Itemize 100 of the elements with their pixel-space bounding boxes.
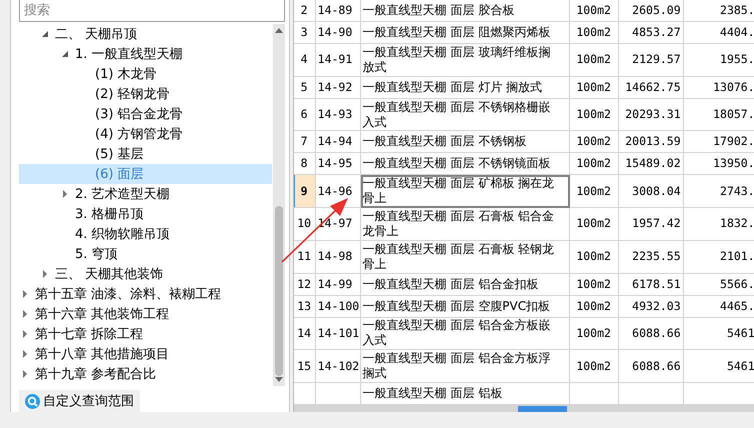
table-cell: 14-93 bbox=[316, 98, 361, 132]
table-cell: 100m2 bbox=[570, 318, 619, 350]
row-number: 9 bbox=[294, 175, 316, 208]
table-cell: 100m2 bbox=[570, 0, 619, 22]
row-number: 12 bbox=[294, 274, 316, 296]
table-cell: 2605.09 bbox=[618, 0, 684, 22]
row-number: 2 bbox=[294, 0, 316, 22]
expand-triangle-icon[interactable] bbox=[41, 270, 49, 278]
table-cell: 14-94 bbox=[316, 131, 361, 154]
expand-triangle-icon[interactable] bbox=[21, 290, 29, 298]
expand-triangle-icon[interactable] bbox=[21, 310, 29, 318]
tree-item[interactable]: 第十七章 拆除工程 bbox=[35, 325, 144, 343]
table-cell: 100m2 bbox=[570, 350, 619, 383]
table-cell: 1957.42 bbox=[618, 208, 684, 241]
tree-item[interactable]: (3) 铝合金龙骨 bbox=[95, 105, 183, 123]
horizontal-scrollbar[interactable] bbox=[294, 405, 754, 412]
table-cell: 13950. bbox=[684, 153, 754, 176]
table-cell: 1955. bbox=[684, 44, 754, 77]
tree-item[interactable]: 2. 艺术造型天棚 bbox=[75, 185, 170, 203]
expand-triangle-icon[interactable] bbox=[21, 370, 29, 378]
tree-item[interactable]: 三、 天棚其他装饰 bbox=[55, 265, 164, 283]
scrollbar-thumb[interactable] bbox=[518, 406, 567, 412]
table-cell: 一般直线型天棚 面层 灯片 搁放式 bbox=[360, 76, 570, 99]
tree-item[interactable]: 1. 一般直线型天棚 bbox=[75, 45, 183, 63]
table-cell: 一般直线型天棚 面层 阻燃聚丙烯板 bbox=[360, 22, 570, 44]
row-number: 13 bbox=[294, 296, 316, 318]
tree-item[interactable]: (5) 基层 bbox=[95, 145, 144, 163]
table-cell: 14-101 bbox=[316, 318, 361, 350]
tree-item[interactable]: 第十八章 其他措施项目 bbox=[35, 345, 170, 363]
table-cell: 14-98 bbox=[316, 240, 361, 274]
scrollbar-thumb[interactable] bbox=[274, 206, 283, 376]
row-number: 6 bbox=[294, 98, 316, 132]
row-number: 8 bbox=[294, 153, 316, 176]
tree-item[interactable]: 第十五章 油漆、涂料、裱糊工程 bbox=[35, 285, 222, 303]
table-cell: 3008.04 bbox=[618, 175, 684, 208]
table-cell: 4932.03 bbox=[618, 296, 684, 318]
row-number: 10 bbox=[294, 208, 316, 241]
tree-item[interactable]: (1) 木龙骨 bbox=[95, 65, 157, 83]
table-cell: 13076. bbox=[684, 76, 754, 99]
table-cell: 1832. bbox=[684, 208, 754, 241]
row-number: 5 bbox=[294, 76, 316, 99]
tree-item[interactable]: 二、 天棚吊顶 bbox=[55, 25, 138, 43]
table-cell: 一般直线型天棚 面层 不锈钢镜面板 bbox=[360, 153, 570, 176]
table-cell: 14-100 bbox=[316, 296, 361, 318]
tree-item[interactable]: 第十六章 其他装饰工程 bbox=[35, 305, 170, 323]
table-cell: 100m2 bbox=[570, 208, 619, 241]
row-number: 4 bbox=[294, 44, 316, 77]
table-cell: 一般直线型天棚 面层 铝合金方板浮搁式 bbox=[360, 350, 570, 383]
table-cell: 100m2 bbox=[570, 76, 619, 99]
expand-triangle-icon[interactable] bbox=[21, 330, 29, 338]
table-cell: 100m2 bbox=[570, 274, 619, 296]
row-number: 3 bbox=[294, 22, 316, 44]
table-cell: 4465. bbox=[684, 296, 754, 318]
table-cell: 14662.75 bbox=[618, 76, 684, 99]
table-cell: 5566. bbox=[684, 274, 754, 296]
table-cell: 6088.66 bbox=[618, 350, 684, 383]
table-cell: 4853.27 bbox=[618, 22, 684, 44]
tree-item[interactable]: 5. 穹顶 bbox=[75, 245, 118, 263]
table-cell: 2129.57 bbox=[618, 44, 684, 77]
tree-item[interactable]: 第十九章 参考配合比 bbox=[35, 365, 156, 383]
expand-triangle-icon[interactable] bbox=[21, 350, 29, 358]
table-cell: 14-99 bbox=[316, 274, 361, 296]
table-cell: 5461 bbox=[684, 318, 754, 350]
collapse-triangle-icon[interactable] bbox=[41, 30, 49, 38]
table-cell: 100m2 bbox=[570, 22, 619, 44]
table-cell: 2385. bbox=[684, 0, 754, 22]
tree-item[interactable]: 3. 格栅吊顶 bbox=[75, 205, 144, 223]
table-cell: 14-92 bbox=[316, 76, 361, 99]
table-cell: 2743. bbox=[684, 175, 754, 208]
table-cell: 一般直线型天棚 面层 石膏板 铝合金龙骨上 bbox=[360, 208, 570, 241]
table-cell: 14-95 bbox=[316, 153, 361, 176]
row-number: 11 bbox=[294, 240, 316, 274]
table-cell: 100m2 bbox=[570, 175, 619, 208]
table-cell: 一般直线型天棚 面层 胶合板 bbox=[360, 0, 570, 22]
table-cell: 2101. bbox=[684, 240, 754, 274]
collapse-triangle-icon[interactable] bbox=[61, 50, 69, 58]
table-cell: 100m2 bbox=[570, 98, 619, 132]
table-cell: 4404. bbox=[684, 22, 754, 44]
table-cell: 18057. bbox=[684, 98, 754, 132]
table-cell: 5461 bbox=[684, 350, 754, 383]
table-cell: 15489.02 bbox=[618, 153, 684, 176]
expand-triangle-icon[interactable] bbox=[61, 190, 69, 198]
table-cell: 14-89 bbox=[316, 0, 361, 22]
table-cell: 14-91 bbox=[316, 44, 361, 77]
table-cell: 6178.51 bbox=[618, 274, 684, 296]
row-number: 7 bbox=[294, 131, 316, 154]
custom-query-button[interactable]: 自定义查询范围 bbox=[19, 390, 140, 412]
search-field[interactable]: 搜索 bbox=[19, 0, 285, 22]
table-cell: 100m2 bbox=[570, 296, 619, 318]
row-number: 14 bbox=[294, 318, 316, 350]
table-cell: 20293.31 bbox=[618, 98, 684, 132]
vertical-scrollbar[interactable] bbox=[272, 24, 285, 386]
scroll-up-icon[interactable] bbox=[274, 28, 283, 33]
table-cell: 一般直线型天棚 面层 铝合金方板嵌入式 bbox=[360, 318, 570, 350]
table-cell: 一般直线型天棚 面层 矿棉板 搁在龙骨上 bbox=[360, 175, 570, 208]
table-cell: 14-90 bbox=[316, 22, 361, 44]
tree-item[interactable]: 4. 织物软雕吊顶 bbox=[75, 225, 170, 243]
row-number: 15 bbox=[294, 350, 316, 383]
tree-item[interactable]: (2) 轻钢龙骨 bbox=[95, 85, 170, 103]
tree-item[interactable]: (4) 方钢管龙骨 bbox=[95, 125, 183, 143]
